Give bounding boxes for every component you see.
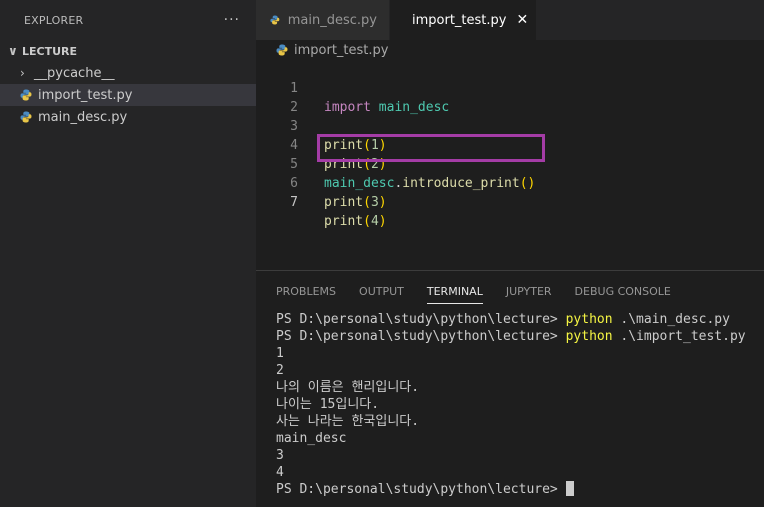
code-line: 1 import main_desc <box>256 60 756 115</box>
editor-tabs: main_desc.py import_test.py ✕ <box>256 0 764 40</box>
explorer-sidebar: EXPLORER ··· ∨ LECTURE › __pycache__ imp… <box>0 0 256 507</box>
code-editor[interactable]: 1 import main_desc 2 3 print(1) 4 print(… <box>256 60 764 270</box>
terminal-command-arg: .\main_desc.py <box>612 312 730 327</box>
terminal-line: PS D:\personal\study\python\lecture> pyt… <box>276 311 746 328</box>
tree-item-pycache[interactable]: › __pycache__ <box>0 62 256 84</box>
terminal-output-line: 3 <box>276 448 284 463</box>
terminal-output-line: 2 <box>276 363 284 378</box>
code-line: 2 <box>256 79 756 115</box>
line-number: 7 <box>290 195 298 210</box>
terminal-line: PS D:\personal\study\python\lecture> pyt… <box>276 328 746 345</box>
highlight-annotation-box <box>317 134 545 162</box>
tab-problems[interactable]: PROBLEMS <box>276 285 336 304</box>
terminal-cursor <box>565 481 574 496</box>
terminal-line: PS D:\personal\study\python\lecture> <box>276 481 746 498</box>
tab-jupyter[interactable]: JUPYTER <box>506 285 552 304</box>
more-actions-icon[interactable]: ··· <box>224 12 240 28</box>
tab-label: import_test.py <box>412 12 507 28</box>
terminal-output-line: 4 <box>276 465 284 480</box>
close-icon[interactable]: ✕ <box>516 12 528 28</box>
terminal-prompt: PS D:\personal\study\python\lecture> <box>276 312 566 327</box>
breadcrumb-file: import_test.py <box>294 42 389 58</box>
terminal-prompt: PS D:\personal\study\python\lecture> <box>276 329 566 344</box>
python-file-icon <box>20 111 32 123</box>
panel-tabs: PROBLEMS OUTPUT TERMINAL JUPYTER DEBUG C… <box>276 285 694 304</box>
terminal-prompt: PS D:\personal\study\python\lecture> <box>276 482 566 497</box>
chevron-down-icon: ∨ <box>8 44 18 58</box>
folder-lecture[interactable]: ∨ LECTURE <box>0 40 256 62</box>
code-line: 7 print(4) <box>256 174 756 229</box>
bracket-token: ( <box>363 195 371 210</box>
terminal-output-line: main_desc <box>276 431 347 446</box>
explorer-header: EXPLORER ··· <box>0 0 256 40</box>
python-file-icon <box>270 15 280 25</box>
tab-main-desc[interactable]: main_desc.py <box>256 0 390 40</box>
terminal-output-line: 1 <box>276 346 284 361</box>
bracket-token: ( <box>363 214 371 229</box>
code-line: 3 print(1) <box>256 98 756 153</box>
terminal-output[interactable]: PS D:\personal\study\python\lecture> pyt… <box>276 311 746 498</box>
terminal-output-line: 사는 나라는 한국입니다. <box>276 414 420 429</box>
tree-item-label: main_desc.py <box>38 109 128 125</box>
bracket-token: ) <box>378 195 387 210</box>
terminal-command-arg: .\import_test.py <box>612 329 746 344</box>
tree-item-main-desc[interactable]: main_desc.py <box>0 106 256 128</box>
tab-output[interactable]: OUTPUT <box>359 285 404 304</box>
number-token: 3 <box>370 195 379 210</box>
tree-item-import-test[interactable]: import_test.py <box>0 84 256 106</box>
terminal-output-line: 나의 이름은 핸리입니다. <box>276 380 420 395</box>
tab-import-test[interactable]: import_test.py ✕ <box>390 0 536 40</box>
terminal-output-line: 나이는 15입니다. <box>276 397 380 412</box>
function-token: print <box>324 214 364 229</box>
tree-item-label: __pycache__ <box>34 65 115 81</box>
explorer-title: EXPLORER <box>24 13 84 27</box>
bottom-panel: PROBLEMS OUTPUT TERMINAL JUPYTER DEBUG C… <box>256 270 764 507</box>
tree-item-label: import_test.py <box>38 87 133 103</box>
python-file-icon <box>20 89 32 101</box>
folder-label: LECTURE <box>22 44 78 58</box>
number-token: 4 <box>370 214 379 229</box>
terminal-command: python <box>565 312 613 327</box>
tab-debug-console[interactable]: DEBUG CONSOLE <box>575 285 671 304</box>
tab-label: main_desc.py <box>287 12 377 28</box>
bracket-token: ) <box>378 214 387 229</box>
terminal-command: python <box>565 329 613 344</box>
python-file-icon <box>276 44 288 56</box>
breadcrumb[interactable]: import_test.py <box>276 40 388 60</box>
tab-terminal[interactable]: TERMINAL <box>426 285 483 304</box>
chevron-right-icon: › <box>20 66 25 80</box>
function-token: print <box>324 195 364 210</box>
